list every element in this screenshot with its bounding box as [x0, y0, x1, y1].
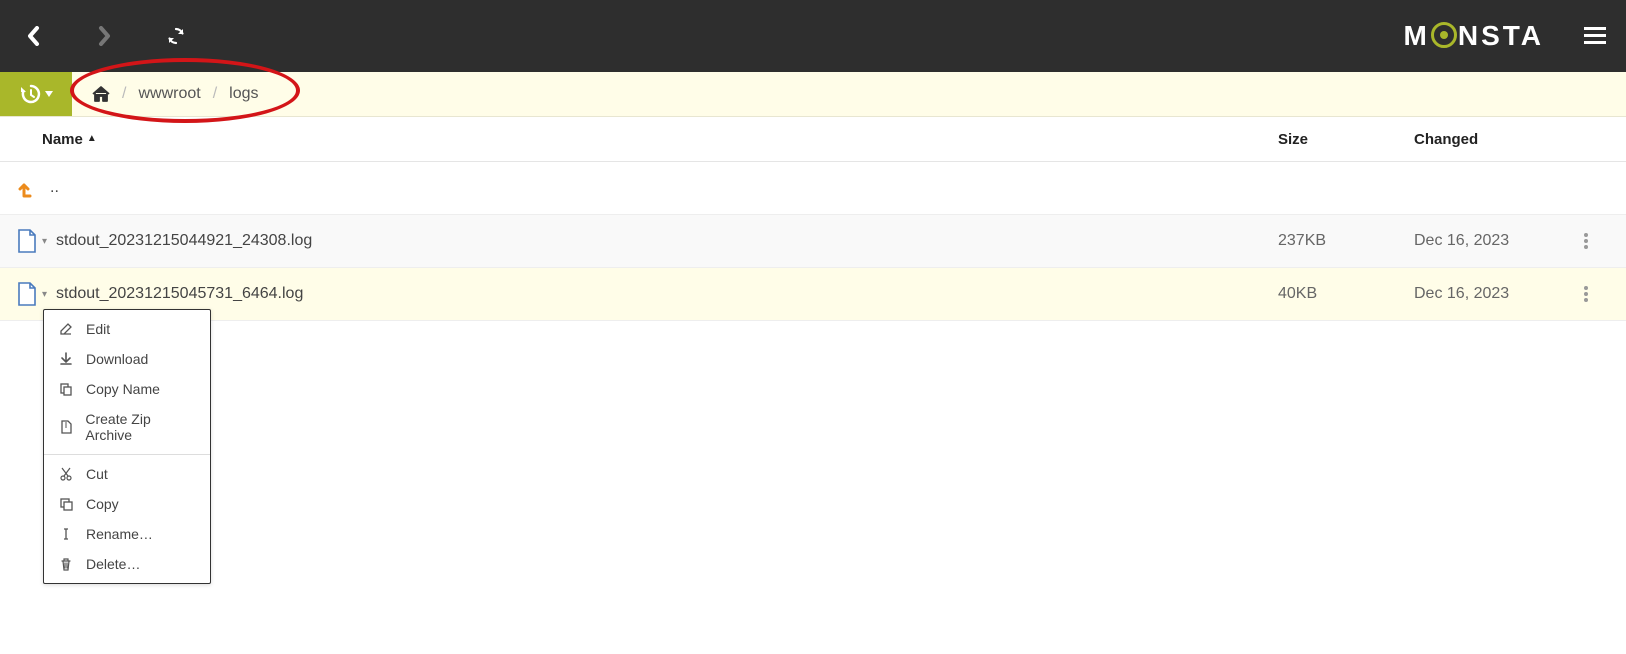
trash-icon — [58, 557, 74, 571]
context-menu-edit[interactable]: Edit — [44, 314, 210, 344]
context-menu-label: Download — [86, 351, 148, 367]
up-arrow-icon — [18, 178, 34, 198]
copy-icon — [58, 497, 74, 511]
file-changed: Dec 16, 2023 — [1414, 285, 1584, 303]
nav-forward-button[interactable] — [96, 26, 112, 46]
file-name[interactable]: stdout_20231215044921_24308.log — [54, 232, 1278, 250]
column-header-name[interactable]: Name ▲ — [42, 131, 1278, 148]
breadcrumb-bar: / wwwroot / logs — [0, 72, 1626, 117]
context-menu-cut[interactable]: Cut — [44, 459, 210, 489]
nav-right-group: M NSTA — [1404, 20, 1606, 52]
brand-logo: M NSTA — [1404, 20, 1544, 52]
context-menu-copy[interactable]: Copy — [44, 489, 210, 519]
file-table: Name ▲ Size Changed .. ▾ stdout_20231215… — [0, 117, 1626, 321]
file-icon — [12, 228, 42, 254]
row-menu-button[interactable] — [1584, 286, 1614, 302]
nav-back-button[interactable] — [26, 26, 42, 46]
top-toolbar: M NSTA — [0, 0, 1626, 72]
file-changed: Dec 16, 2023 — [1414, 232, 1584, 250]
edit-icon — [58, 322, 74, 336]
breadcrumb: / wwwroot / logs — [72, 72, 259, 116]
breadcrumb-separator: / — [213, 85, 217, 103]
context-menu-download[interactable]: Download — [44, 344, 210, 374]
chevron-down-icon — [45, 91, 53, 97]
context-menu-label: Delete… — [86, 556, 140, 572]
breadcrumb-item-wwwroot[interactable]: wwwroot — [138, 85, 200, 103]
history-button[interactable] — [0, 72, 72, 116]
column-header-size[interactable]: Size — [1278, 131, 1414, 148]
context-menu-delete[interactable]: Delete… — [44, 549, 210, 579]
zip-icon — [58, 420, 73, 434]
brand-letter: M — [1404, 20, 1430, 52]
context-menu-label: Edit — [86, 321, 110, 337]
file-name[interactable]: stdout_20231215045731_6464.log — [54, 285, 1278, 303]
history-icon — [19, 84, 41, 104]
context-menu-label: Copy Name — [86, 381, 160, 397]
row-dropdown-toggle[interactable]: ▾ — [42, 236, 54, 247]
column-header-name-label: Name — [42, 131, 83, 148]
file-size: 237KB — [1278, 232, 1414, 250]
parent-directory-label: .. — [50, 179, 59, 197]
column-header-changed[interactable]: Changed — [1414, 131, 1584, 148]
menu-button[interactable] — [1584, 27, 1606, 45]
brand-letters: NSTA — [1458, 20, 1544, 52]
nav-left-group — [26, 26, 186, 46]
cut-icon — [58, 467, 74, 481]
copy-name-icon — [58, 382, 74, 396]
context-menu-label: Cut — [86, 466, 108, 482]
row-dropdown-toggle[interactable]: ▾ — [42, 289, 54, 300]
context-menu-label: Rename… — [86, 526, 153, 542]
context-menu: Edit Download Copy Name Create Zip Archi… — [43, 309, 211, 584]
download-icon — [58, 352, 74, 366]
file-size: 40KB — [1278, 285, 1414, 303]
kebab-icon — [1584, 286, 1588, 302]
context-menu-label: Copy — [86, 496, 119, 512]
parent-directory-row[interactable]: .. — [0, 162, 1626, 215]
home-icon — [92, 86, 110, 102]
refresh-button[interactable] — [166, 26, 186, 46]
context-menu-separator — [44, 454, 210, 455]
row-menu-button[interactable] — [1584, 233, 1614, 249]
breadcrumb-item-logs[interactable]: logs — [229, 85, 258, 103]
rename-icon — [58, 527, 74, 541]
brand-eye-icon — [1431, 22, 1457, 48]
breadcrumb-home[interactable] — [92, 86, 110, 102]
sort-ascending-icon: ▲ — [87, 133, 97, 144]
context-menu-label: Create Zip Archive — [85, 411, 196, 443]
context-menu-copy-name[interactable]: Copy Name — [44, 374, 210, 404]
file-icon — [12, 281, 42, 307]
table-header: Name ▲ Size Changed — [0, 117, 1626, 162]
context-menu-rename[interactable]: Rename… — [44, 519, 210, 549]
table-row[interactable]: ▾ stdout_20231215045731_6464.log 40KB De… — [0, 268, 1626, 321]
table-row[interactable]: ▾ stdout_20231215044921_24308.log 237KB … — [0, 215, 1626, 268]
context-menu-create-zip[interactable]: Create Zip Archive — [44, 404, 210, 450]
breadcrumb-separator: / — [122, 85, 126, 103]
kebab-icon — [1584, 233, 1588, 249]
